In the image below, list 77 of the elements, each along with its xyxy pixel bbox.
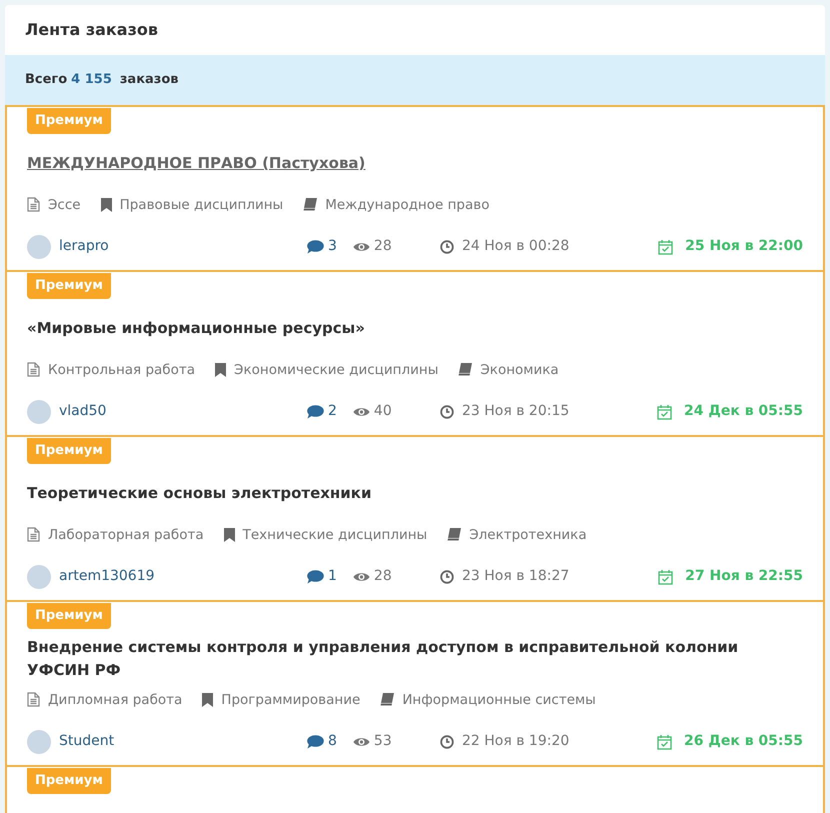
avatar bbox=[27, 564, 51, 589]
subject: Информационные системы bbox=[402, 690, 596, 710]
username-link[interactable]: vlad50 bbox=[59, 401, 106, 422]
category: Технические дисциплины bbox=[242, 526, 428, 544]
book-icon bbox=[458, 363, 472, 376]
eye-icon bbox=[352, 736, 370, 748]
calendar-check-icon bbox=[658, 568, 674, 585]
document-icon bbox=[27, 692, 40, 708]
order-count: 4 155 bbox=[71, 71, 112, 90]
category: Программирование bbox=[221, 690, 360, 710]
work-type: Дипломная работа bbox=[48, 690, 182, 710]
order-title-link[interactable]: «Мировые информационные ресурсы» bbox=[27, 317, 365, 340]
eye-icon bbox=[352, 240, 370, 253]
comment-icon bbox=[307, 570, 324, 584]
avatar bbox=[27, 400, 51, 424]
created-date: 23 Ноя в 18:27 bbox=[462, 567, 570, 586]
view-count: 28 bbox=[374, 567, 392, 586]
premium-badge: Премиум bbox=[27, 273, 111, 298]
bookmark-icon bbox=[215, 362, 226, 377]
category: Правовые дисциплины bbox=[120, 196, 284, 214]
username-link[interactable]: artem130619 bbox=[59, 566, 155, 588]
calendar-check-icon bbox=[657, 734, 672, 750]
clock-icon bbox=[440, 404, 454, 419]
deadline-date: 26 Дек в 05:55 bbox=[684, 732, 803, 752]
created-date: 24 Ноя в 00:28 bbox=[462, 237, 570, 256]
document-icon bbox=[27, 197, 40, 212]
summary-label: Всего bbox=[25, 71, 68, 90]
comment-count: 8 bbox=[328, 732, 337, 752]
view-count: 53 bbox=[374, 732, 392, 752]
deadline-date: 24 Дек в 05:55 bbox=[684, 402, 803, 422]
view-count: 40 bbox=[374, 402, 392, 422]
comment-count: 1 bbox=[328, 567, 337, 586]
calendar-check-icon bbox=[657, 404, 672, 420]
comment-icon bbox=[307, 734, 324, 749]
subject: Международное право bbox=[325, 196, 490, 214]
username-link[interactable]: lerapro bbox=[59, 236, 109, 258]
bookmark-icon bbox=[224, 528, 235, 542]
work-type: Контрольная работа bbox=[48, 360, 196, 380]
premium-badge: Премиум bbox=[27, 768, 111, 794]
deadline-date: 25 Ноя в 22:00 bbox=[685, 237, 803, 256]
summary-label: заказов bbox=[120, 71, 179, 90]
premium-badge: Премиум bbox=[27, 603, 111, 628]
order-title-link[interactable]: МЕЖДУНАРОДНОЕ ПРАВО (Пастухова) bbox=[27, 152, 366, 175]
work-type: Лабораторная работа bbox=[48, 526, 204, 544]
deadline-date: 27 Ноя в 22:55 bbox=[685, 567, 803, 586]
document-icon bbox=[27, 527, 40, 542]
category: Экономические дисциплины bbox=[234, 360, 438, 380]
view-count: 28 bbox=[374, 237, 392, 256]
bookmark-icon bbox=[100, 198, 112, 212]
clock-icon bbox=[440, 240, 454, 254]
comment-icon bbox=[307, 240, 324, 254]
subject: Экономика bbox=[480, 360, 559, 380]
order-title-link[interactable]: Теоретические основы электротехники bbox=[27, 482, 372, 505]
order-title-link[interactable]: Внедрение системы контроля и управления доступом в исправительной колонии УФСИН РФ bbox=[27, 636, 803, 681]
book-icon bbox=[303, 198, 318, 212]
username-link[interactable]: Student bbox=[59, 731, 114, 752]
clock-icon bbox=[440, 734, 454, 749]
subject: Электротехника bbox=[469, 526, 587, 544]
premium-badge: Премиум bbox=[27, 108, 111, 134]
created-date: 23 Ноя в 20:15 bbox=[462, 402, 570, 422]
calendar-check-icon bbox=[658, 238, 674, 255]
avatar bbox=[27, 234, 51, 259]
avatar bbox=[27, 730, 51, 754]
created-date: 22 Ноя в 19:20 bbox=[462, 732, 570, 752]
page-title: Лента заказов bbox=[25, 19, 158, 41]
premium-badge: Премиум bbox=[27, 438, 111, 464]
eye-icon bbox=[352, 406, 370, 418]
clock-icon bbox=[440, 570, 454, 584]
eye-icon bbox=[352, 570, 370, 583]
book-icon bbox=[380, 693, 394, 706]
work-type: Эссе bbox=[48, 196, 81, 214]
bookmark-icon bbox=[202, 692, 214, 707]
book-icon bbox=[447, 528, 462, 542]
comment-icon bbox=[307, 404, 324, 419]
comment-count: 3 bbox=[328, 237, 337, 256]
document-icon bbox=[27, 362, 40, 378]
comment-count: 2 bbox=[328, 402, 337, 422]
